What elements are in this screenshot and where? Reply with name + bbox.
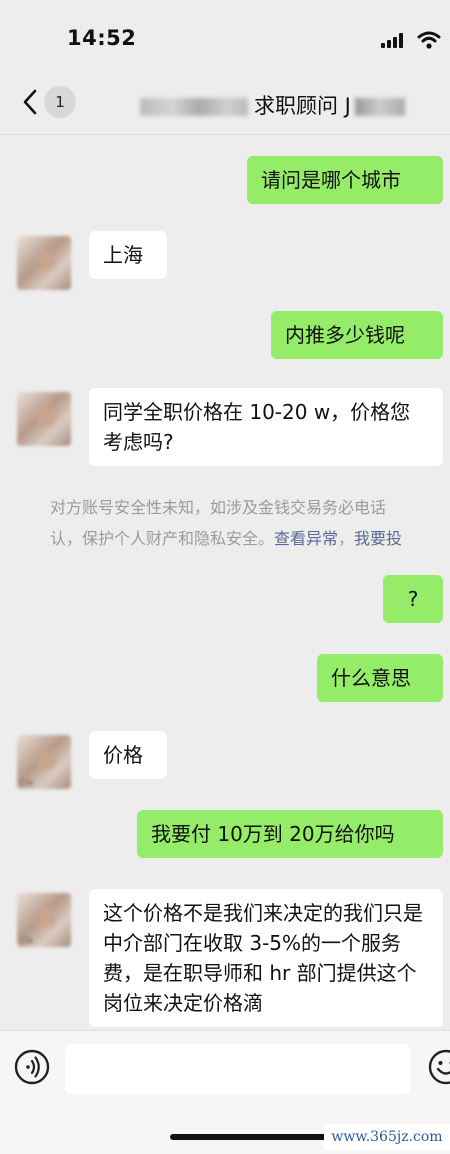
chat-title-text: 求职顾问 J xyxy=(254,94,351,118)
avatar-label: Cla xyxy=(20,936,33,945)
message-incoming[interactable]: 同学全职价格在 10-20 w，价格您考虑吗? xyxy=(89,388,443,466)
security-notice-line2: 认，保护个人财产和隐私安全。 xyxy=(50,529,274,548)
contact-avatar[interactable]: Cla xyxy=(17,735,71,789)
message-outgoing[interactable]: 什么意思 xyxy=(317,654,443,702)
message-outgoing[interactable]: 我要付 10万到 20万给你吗 xyxy=(137,810,443,858)
message-outgoing[interactable]: ? xyxy=(383,575,443,623)
unread-count-badge[interactable]: 1 xyxy=(44,86,76,118)
blurred-name xyxy=(140,98,248,116)
contact-avatar[interactable] xyxy=(17,236,71,290)
status-time: 14:52 xyxy=(67,26,136,50)
message-input[interactable] xyxy=(65,1044,410,1094)
watermark: www.365jz.com xyxy=(324,1124,450,1150)
back-chevron-icon[interactable] xyxy=(20,88,42,116)
notice-separator: ， xyxy=(338,529,354,548)
contact-avatar[interactable] xyxy=(17,392,71,446)
message-outgoing[interactable]: 请问是哪个城市 xyxy=(247,156,443,204)
chat-title: 求职顾问 J xyxy=(140,90,410,118)
security-notice-line1: 对方账号安全性未知，如涉及金钱交易务必电话 xyxy=(50,492,450,523)
avatar-label: Cla xyxy=(20,778,33,787)
message-outgoing[interactable]: 内推多少钱呢 xyxy=(271,311,443,359)
signal-icon xyxy=(381,32,407,48)
message-incoming[interactable]: 价格 xyxy=(89,731,167,779)
wifi-icon xyxy=(417,30,441,50)
contact-avatar[interactable]: Cla xyxy=(17,893,71,947)
message-incoming[interactable]: 这个价格不是我们来决定的我们只是中介部门在收取 3-5%的一个服务费，是在职导师… xyxy=(89,889,443,1027)
status-bar: 14:52 xyxy=(0,0,450,70)
home-indicator xyxy=(170,1134,330,1140)
blurred-name-tail xyxy=(355,98,405,116)
message-incoming[interactable]: 上海 xyxy=(89,231,167,279)
security-notice: 对方账号安全性未知，如涉及金钱交易务必电话 认，保护个人财产和隐私安全。查看异常… xyxy=(50,492,450,554)
view-exception-link[interactable]: 查看异常 xyxy=(274,529,338,548)
report-link[interactable]: 我要投 xyxy=(354,529,402,548)
voice-input-icon[interactable] xyxy=(14,1049,50,1085)
